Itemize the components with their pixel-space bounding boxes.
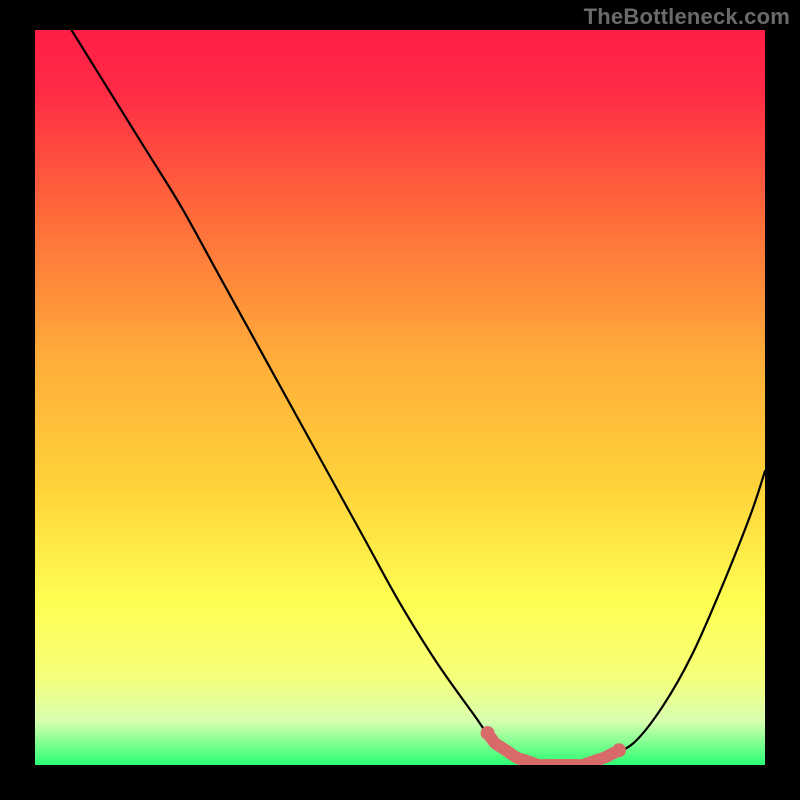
gradient-background <box>35 30 765 765</box>
attribution-label: TheBottleneck.com <box>584 4 790 30</box>
highlight-start-dot <box>481 726 495 740</box>
highlight-end-dot <box>612 743 626 757</box>
chart-frame: TheBottleneck.com <box>0 0 800 800</box>
chart-svg <box>35 30 765 765</box>
plot-area <box>35 30 765 765</box>
